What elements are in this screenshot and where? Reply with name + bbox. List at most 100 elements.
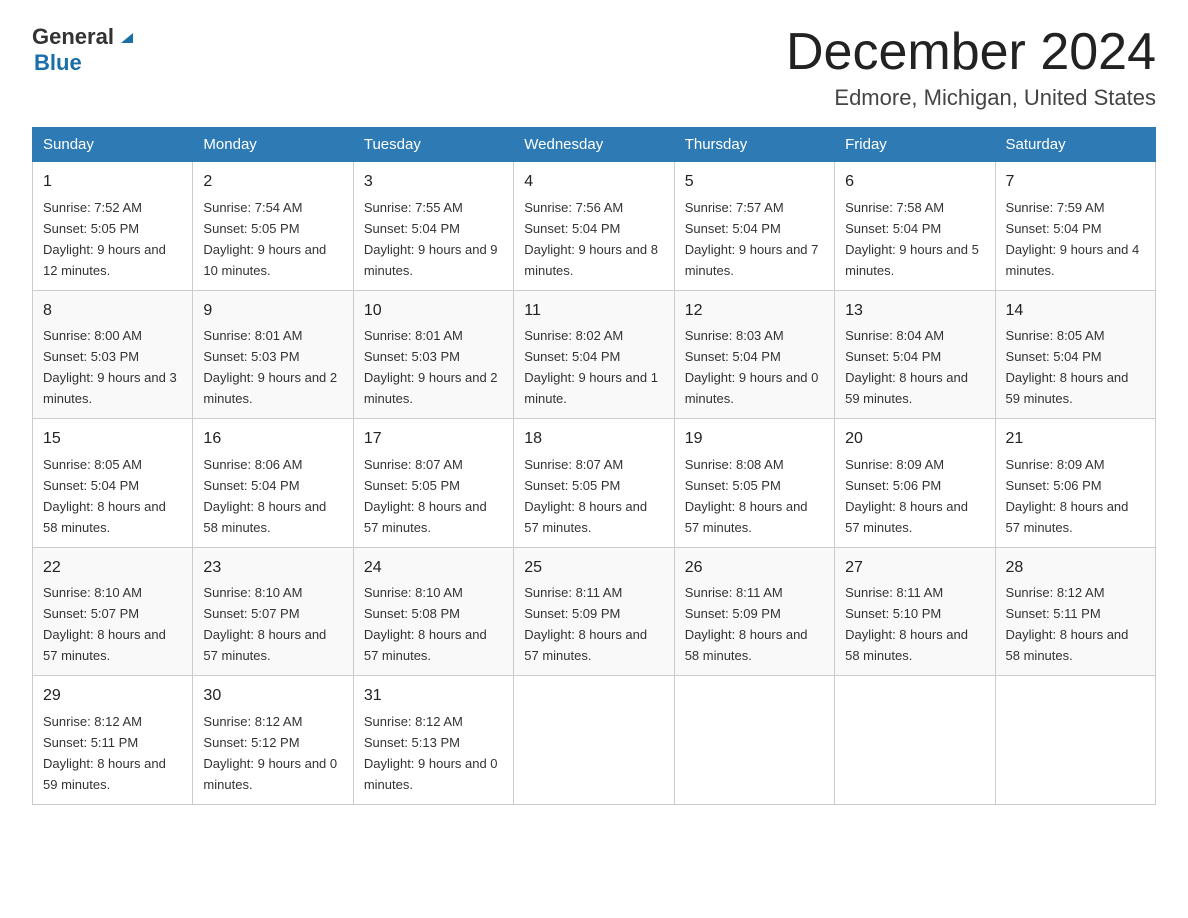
- day-info: Sunrise: 8:01 AMSunset: 5:03 PMDaylight:…: [203, 328, 337, 406]
- day-number: 3: [364, 170, 503, 195]
- day-number: 5: [685, 170, 824, 195]
- day-info: Sunrise: 8:09 AMSunset: 5:06 PMDaylight:…: [845, 457, 968, 535]
- day-number: 30: [203, 684, 342, 709]
- logo-general-text: General: [32, 24, 114, 50]
- day-number: 22: [43, 556, 182, 581]
- calendar-cell: 30 Sunrise: 8:12 AMSunset: 5:12 PMDayligh…: [193, 676, 353, 804]
- day-number: 13: [845, 299, 984, 324]
- day-number: 17: [364, 427, 503, 452]
- day-of-week-header: Monday: [193, 128, 353, 162]
- calendar-cell: 26 Sunrise: 8:11 AMSunset: 5:09 PMDayligh…: [674, 547, 834, 675]
- day-info: Sunrise: 8:09 AMSunset: 5:06 PMDaylight:…: [1006, 457, 1129, 535]
- day-number: 15: [43, 427, 182, 452]
- calendar-header-row: SundayMondayTuesdayWednesdayThursdayFrid…: [33, 128, 1156, 162]
- day-number: 23: [203, 556, 342, 581]
- day-info: Sunrise: 8:05 AMSunset: 5:04 PMDaylight:…: [43, 457, 166, 535]
- calendar-cell: 17 Sunrise: 8:07 AMSunset: 5:05 PMDayligh…: [353, 419, 513, 547]
- day-info: Sunrise: 8:08 AMSunset: 5:05 PMDaylight:…: [685, 457, 808, 535]
- day-info: Sunrise: 7:58 AMSunset: 5:04 PMDaylight:…: [845, 200, 979, 278]
- day-number: 21: [1006, 427, 1145, 452]
- calendar-cell: 21 Sunrise: 8:09 AMSunset: 5:06 PMDayligh…: [995, 419, 1155, 547]
- calendar-week-row: 1 Sunrise: 7:52 AMSunset: 5:05 PMDaylight…: [33, 162, 1156, 290]
- calendar-cell: 15 Sunrise: 8:05 AMSunset: 5:04 PMDayligh…: [33, 419, 193, 547]
- calendar-cell: 11Sunrise: 8:02 AMSunset: 5:04 PMDayligh…: [514, 290, 674, 418]
- day-number: 14: [1006, 299, 1145, 324]
- logo-triangle-icon: [116, 25, 138, 47]
- calendar-cell: 7 Sunrise: 7:59 AMSunset: 5:04 PMDaylight…: [995, 162, 1155, 290]
- day-number: 18: [524, 427, 663, 452]
- day-info: Sunrise: 8:01 AMSunset: 5:03 PMDaylight:…: [364, 328, 498, 406]
- day-info: Sunrise: 8:04 AMSunset: 5:04 PMDaylight:…: [845, 328, 968, 406]
- day-number: 7: [1006, 170, 1145, 195]
- day-info: Sunrise: 7:55 AMSunset: 5:04 PMDaylight:…: [364, 200, 498, 278]
- day-number: 31: [364, 684, 503, 709]
- calendar-cell: 29Sunrise: 8:12 AMSunset: 5:11 PMDayligh…: [33, 676, 193, 804]
- day-info: Sunrise: 7:56 AMSunset: 5:04 PMDaylight:…: [524, 200, 658, 278]
- calendar-cell: [514, 676, 674, 804]
- day-number: 1: [43, 170, 182, 195]
- calendar-cell: 25 Sunrise: 8:11 AMSunset: 5:09 PMDayligh…: [514, 547, 674, 675]
- day-number: 10: [364, 299, 503, 324]
- calendar-week-row: 15 Sunrise: 8:05 AMSunset: 5:04 PMDayligh…: [33, 419, 1156, 547]
- calendar-cell: 22 Sunrise: 8:10 AMSunset: 5:07 PMDayligh…: [33, 547, 193, 675]
- day-info: Sunrise: 8:12 AMSunset: 5:11 PMDaylight:…: [1006, 585, 1129, 663]
- day-of-week-header: Tuesday: [353, 128, 513, 162]
- calendar-cell: 23 Sunrise: 8:10 AMSunset: 5:07 PMDayligh…: [193, 547, 353, 675]
- calendar-cell: 19 Sunrise: 8:08 AMSunset: 5:05 PMDayligh…: [674, 419, 834, 547]
- calendar-cell: 24Sunrise: 8:10 AMSunset: 5:08 PMDayligh…: [353, 547, 513, 675]
- day-number: 8: [43, 299, 182, 324]
- calendar-week-row: 29Sunrise: 8:12 AMSunset: 5:11 PMDayligh…: [33, 676, 1156, 804]
- calendar-cell: [835, 676, 995, 804]
- day-info: Sunrise: 8:05 AMSunset: 5:04 PMDaylight:…: [1006, 328, 1129, 406]
- calendar-cell: 13 Sunrise: 8:04 AMSunset: 5:04 PMDayligh…: [835, 290, 995, 418]
- calendar-week-row: 22 Sunrise: 8:10 AMSunset: 5:07 PMDayligh…: [33, 547, 1156, 675]
- day-info: Sunrise: 7:54 AMSunset: 5:05 PMDaylight:…: [203, 200, 326, 278]
- day-of-week-header: Wednesday: [514, 128, 674, 162]
- location-subtitle: Edmore, Michigan, United States: [786, 85, 1156, 111]
- calendar-cell: [674, 676, 834, 804]
- calendar-cell: 28Sunrise: 8:12 AMSunset: 5:11 PMDayligh…: [995, 547, 1155, 675]
- calendar-cell: 12 Sunrise: 8:03 AMSunset: 5:04 PMDayligh…: [674, 290, 834, 418]
- day-of-week-header: Sunday: [33, 128, 193, 162]
- day-info: Sunrise: 8:10 AMSunset: 5:07 PMDaylight:…: [43, 585, 166, 663]
- day-number: 25: [524, 556, 663, 581]
- day-info: Sunrise: 7:59 AMSunset: 5:04 PMDaylight:…: [1006, 200, 1140, 278]
- day-of-week-header: Friday: [835, 128, 995, 162]
- day-number: 6: [845, 170, 984, 195]
- calendar-cell: 20 Sunrise: 8:09 AMSunset: 5:06 PMDayligh…: [835, 419, 995, 547]
- title-block: December 2024 Edmore, Michigan, United S…: [786, 24, 1156, 111]
- day-number: 20: [845, 427, 984, 452]
- calendar-cell: 5 Sunrise: 7:57 AMSunset: 5:04 PMDaylight…: [674, 162, 834, 290]
- day-info: Sunrise: 8:06 AMSunset: 5:04 PMDaylight:…: [203, 457, 326, 535]
- day-info: Sunrise: 8:12 AMSunset: 5:12 PMDaylight:…: [203, 714, 337, 792]
- calendar-cell: 1 Sunrise: 7:52 AMSunset: 5:05 PMDaylight…: [33, 162, 193, 290]
- calendar-cell: 10 Sunrise: 8:01 AMSunset: 5:03 PMDayligh…: [353, 290, 513, 418]
- calendar-cell: 3 Sunrise: 7:55 AMSunset: 5:04 PMDaylight…: [353, 162, 513, 290]
- month-title: December 2024: [786, 24, 1156, 81]
- day-of-week-header: Saturday: [995, 128, 1155, 162]
- day-info: Sunrise: 8:11 AMSunset: 5:09 PMDaylight:…: [685, 585, 808, 663]
- calendar-table: SundayMondayTuesdayWednesdayThursdayFrid…: [32, 127, 1156, 804]
- day-info: Sunrise: 8:07 AMSunset: 5:05 PMDaylight:…: [364, 457, 487, 535]
- day-number: 12: [685, 299, 824, 324]
- calendar-cell: 6 Sunrise: 7:58 AMSunset: 5:04 PMDaylight…: [835, 162, 995, 290]
- logo: General Blue: [32, 24, 138, 76]
- day-info: Sunrise: 8:10 AMSunset: 5:07 PMDaylight:…: [203, 585, 326, 663]
- day-info: Sunrise: 8:11 AMSunset: 5:09 PMDaylight:…: [524, 585, 647, 663]
- day-number: 24: [364, 556, 503, 581]
- day-number: 19: [685, 427, 824, 452]
- day-info: Sunrise: 8:11 AMSunset: 5:10 PMDaylight:…: [845, 585, 968, 663]
- calendar-cell: 31Sunrise: 8:12 AMSunset: 5:13 PMDayligh…: [353, 676, 513, 804]
- calendar-cell: 9Sunrise: 8:01 AMSunset: 5:03 PMDaylight…: [193, 290, 353, 418]
- day-number: 11: [524, 299, 663, 324]
- calendar-cell: [995, 676, 1155, 804]
- day-number: 16: [203, 427, 342, 452]
- day-number: 26: [685, 556, 824, 581]
- calendar-week-row: 8Sunrise: 8:00 AMSunset: 5:03 PMDaylight…: [33, 290, 1156, 418]
- day-info: Sunrise: 7:52 AMSunset: 5:05 PMDaylight:…: [43, 200, 166, 278]
- calendar-cell: 18Sunrise: 8:07 AMSunset: 5:05 PMDayligh…: [514, 419, 674, 547]
- day-info: Sunrise: 7:57 AMSunset: 5:04 PMDaylight:…: [685, 200, 819, 278]
- day-info: Sunrise: 8:03 AMSunset: 5:04 PMDaylight:…: [685, 328, 819, 406]
- day-number: 27: [845, 556, 984, 581]
- day-number: 2: [203, 170, 342, 195]
